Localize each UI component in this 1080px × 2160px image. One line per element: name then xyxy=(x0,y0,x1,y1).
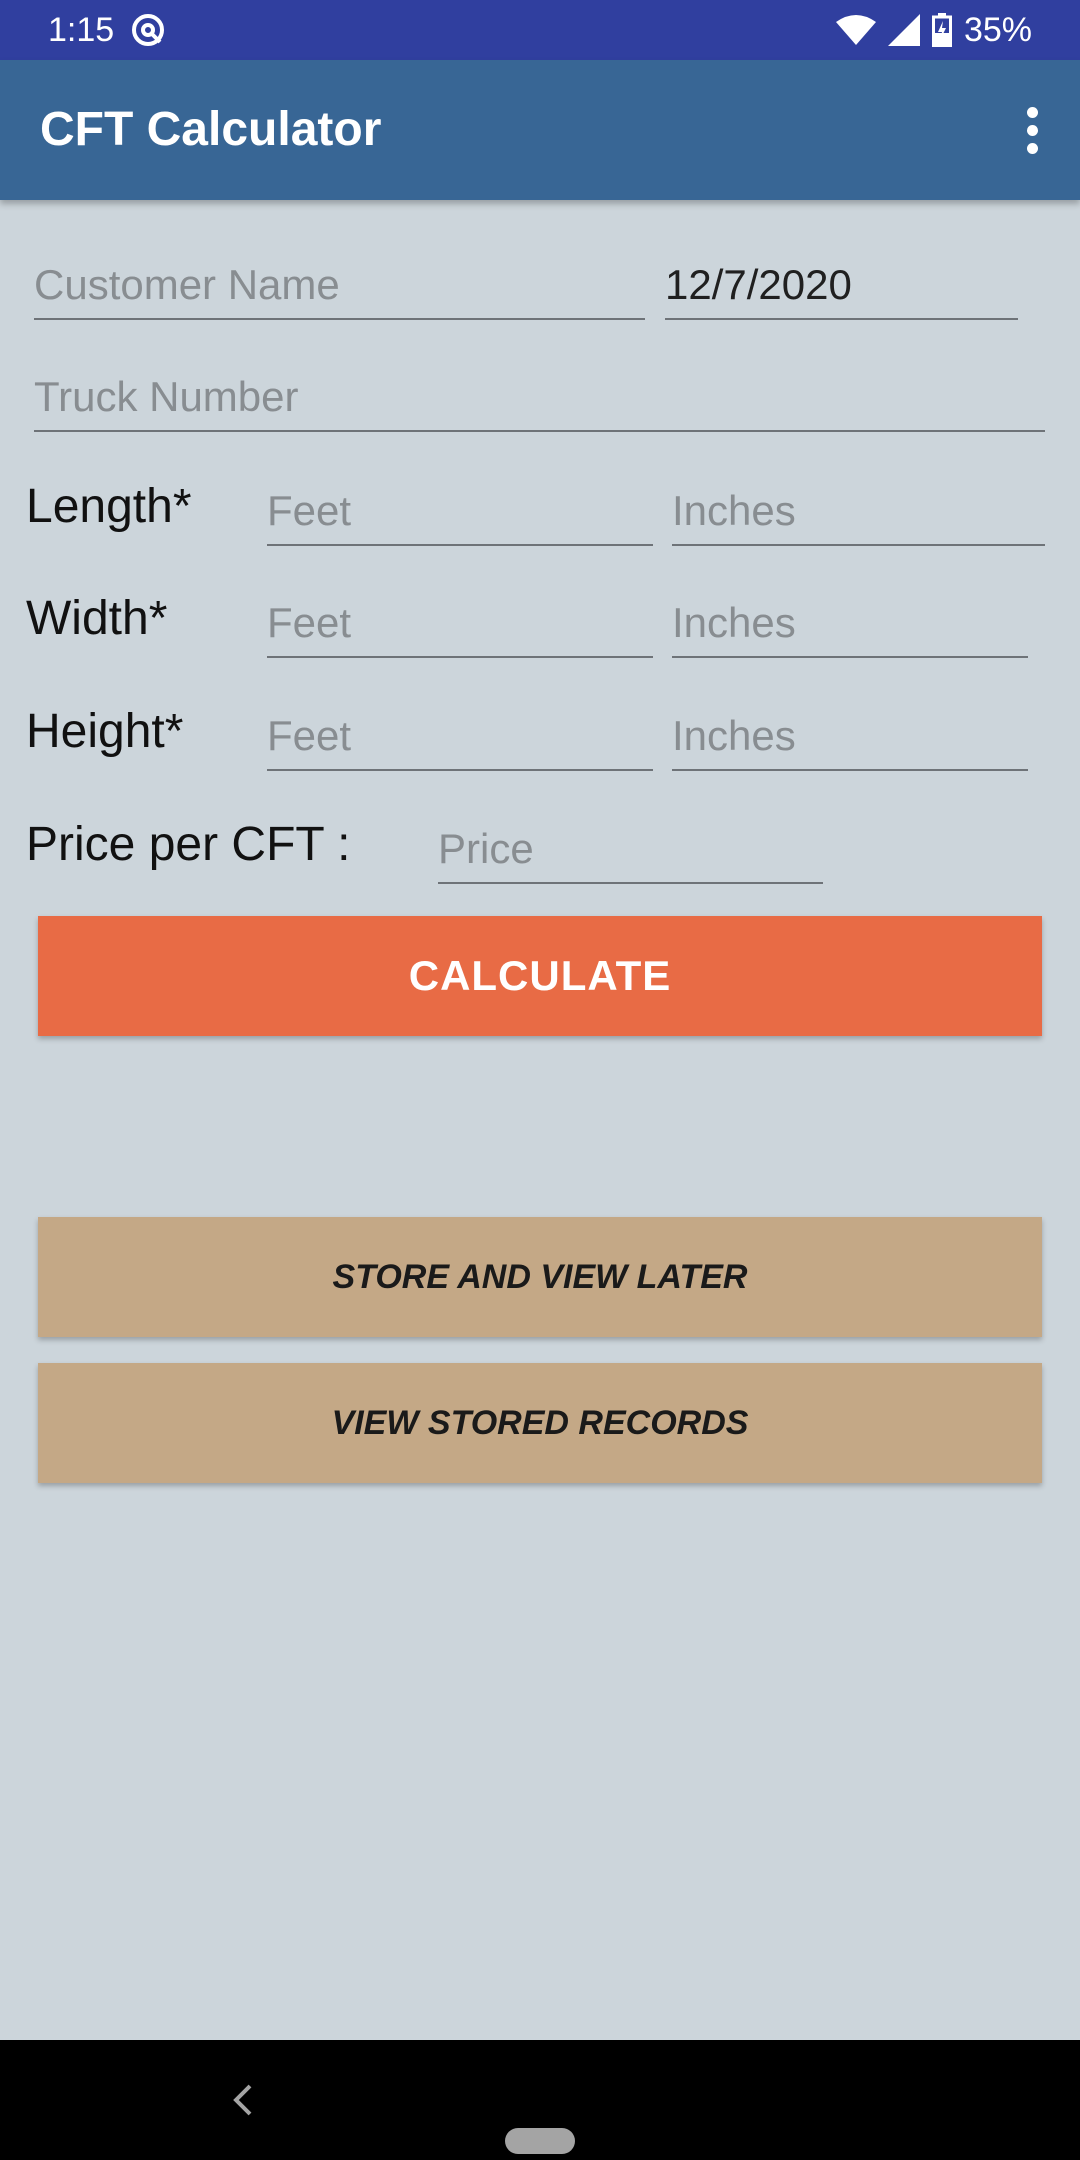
width-feet-field[interactable] xyxy=(267,586,653,658)
calculate-button[interactable]: CALCULATE xyxy=(38,916,1042,1036)
length-label: Length* xyxy=(26,480,192,533)
menu-dot xyxy=(1026,124,1038,136)
height-feet-field[interactable] xyxy=(267,699,653,771)
customer-name-input[interactable] xyxy=(34,258,645,312)
menu-dot xyxy=(1026,142,1038,154)
price-input[interactable] xyxy=(438,822,823,876)
menu-dot xyxy=(1026,106,1038,118)
at-sign-icon xyxy=(132,14,164,46)
truck-number-input[interactable] xyxy=(34,370,1045,424)
height-feet-input[interactable] xyxy=(267,709,653,763)
length-inches-field[interactable] xyxy=(672,474,1045,546)
wifi-icon xyxy=(835,15,876,45)
signal-icon xyxy=(887,14,920,46)
date-field[interactable] xyxy=(665,248,1018,320)
truck-number-field[interactable] xyxy=(34,360,1045,432)
length-feet-input[interactable] xyxy=(267,484,653,538)
length-feet-field[interactable] xyxy=(267,474,653,546)
back-icon[interactable] xyxy=(224,2080,264,2120)
length-inches-input[interactable] xyxy=(672,484,1045,538)
home-pill-icon[interactable] xyxy=(505,2128,575,2154)
price-field[interactable] xyxy=(438,812,823,884)
status-time: 1:15 xyxy=(48,11,115,49)
height-inches-input[interactable] xyxy=(672,709,1028,763)
app-bar: CFT Calculator xyxy=(0,60,1080,200)
navigation-bar xyxy=(0,2040,1080,2160)
battery-percentage: 35% xyxy=(963,11,1032,49)
height-label: Height* xyxy=(26,705,184,758)
store-and-view-later-button[interactable]: STORE AND VIEW LATER xyxy=(38,1217,1042,1337)
status-icons: 35% xyxy=(835,10,1032,50)
width-feet-input[interactable] xyxy=(267,596,653,650)
view-stored-records-button[interactable]: VIEW STORED RECORDS xyxy=(38,1363,1042,1483)
height-inches-field[interactable] xyxy=(672,699,1028,771)
price-label: Price per CFT : xyxy=(26,818,351,871)
app-title: CFT Calculator xyxy=(40,103,382,156)
width-label: Width* xyxy=(26,592,168,645)
width-inches-field[interactable] xyxy=(672,586,1028,658)
date-input[interactable] xyxy=(665,258,1018,312)
status-bar: 1:15 35% xyxy=(0,0,1080,60)
more-vertical-icon[interactable] xyxy=(1008,100,1056,160)
battery-charging-icon xyxy=(931,13,952,47)
width-inches-input[interactable] xyxy=(672,596,1028,650)
customer-name-field[interactable] xyxy=(34,248,645,320)
